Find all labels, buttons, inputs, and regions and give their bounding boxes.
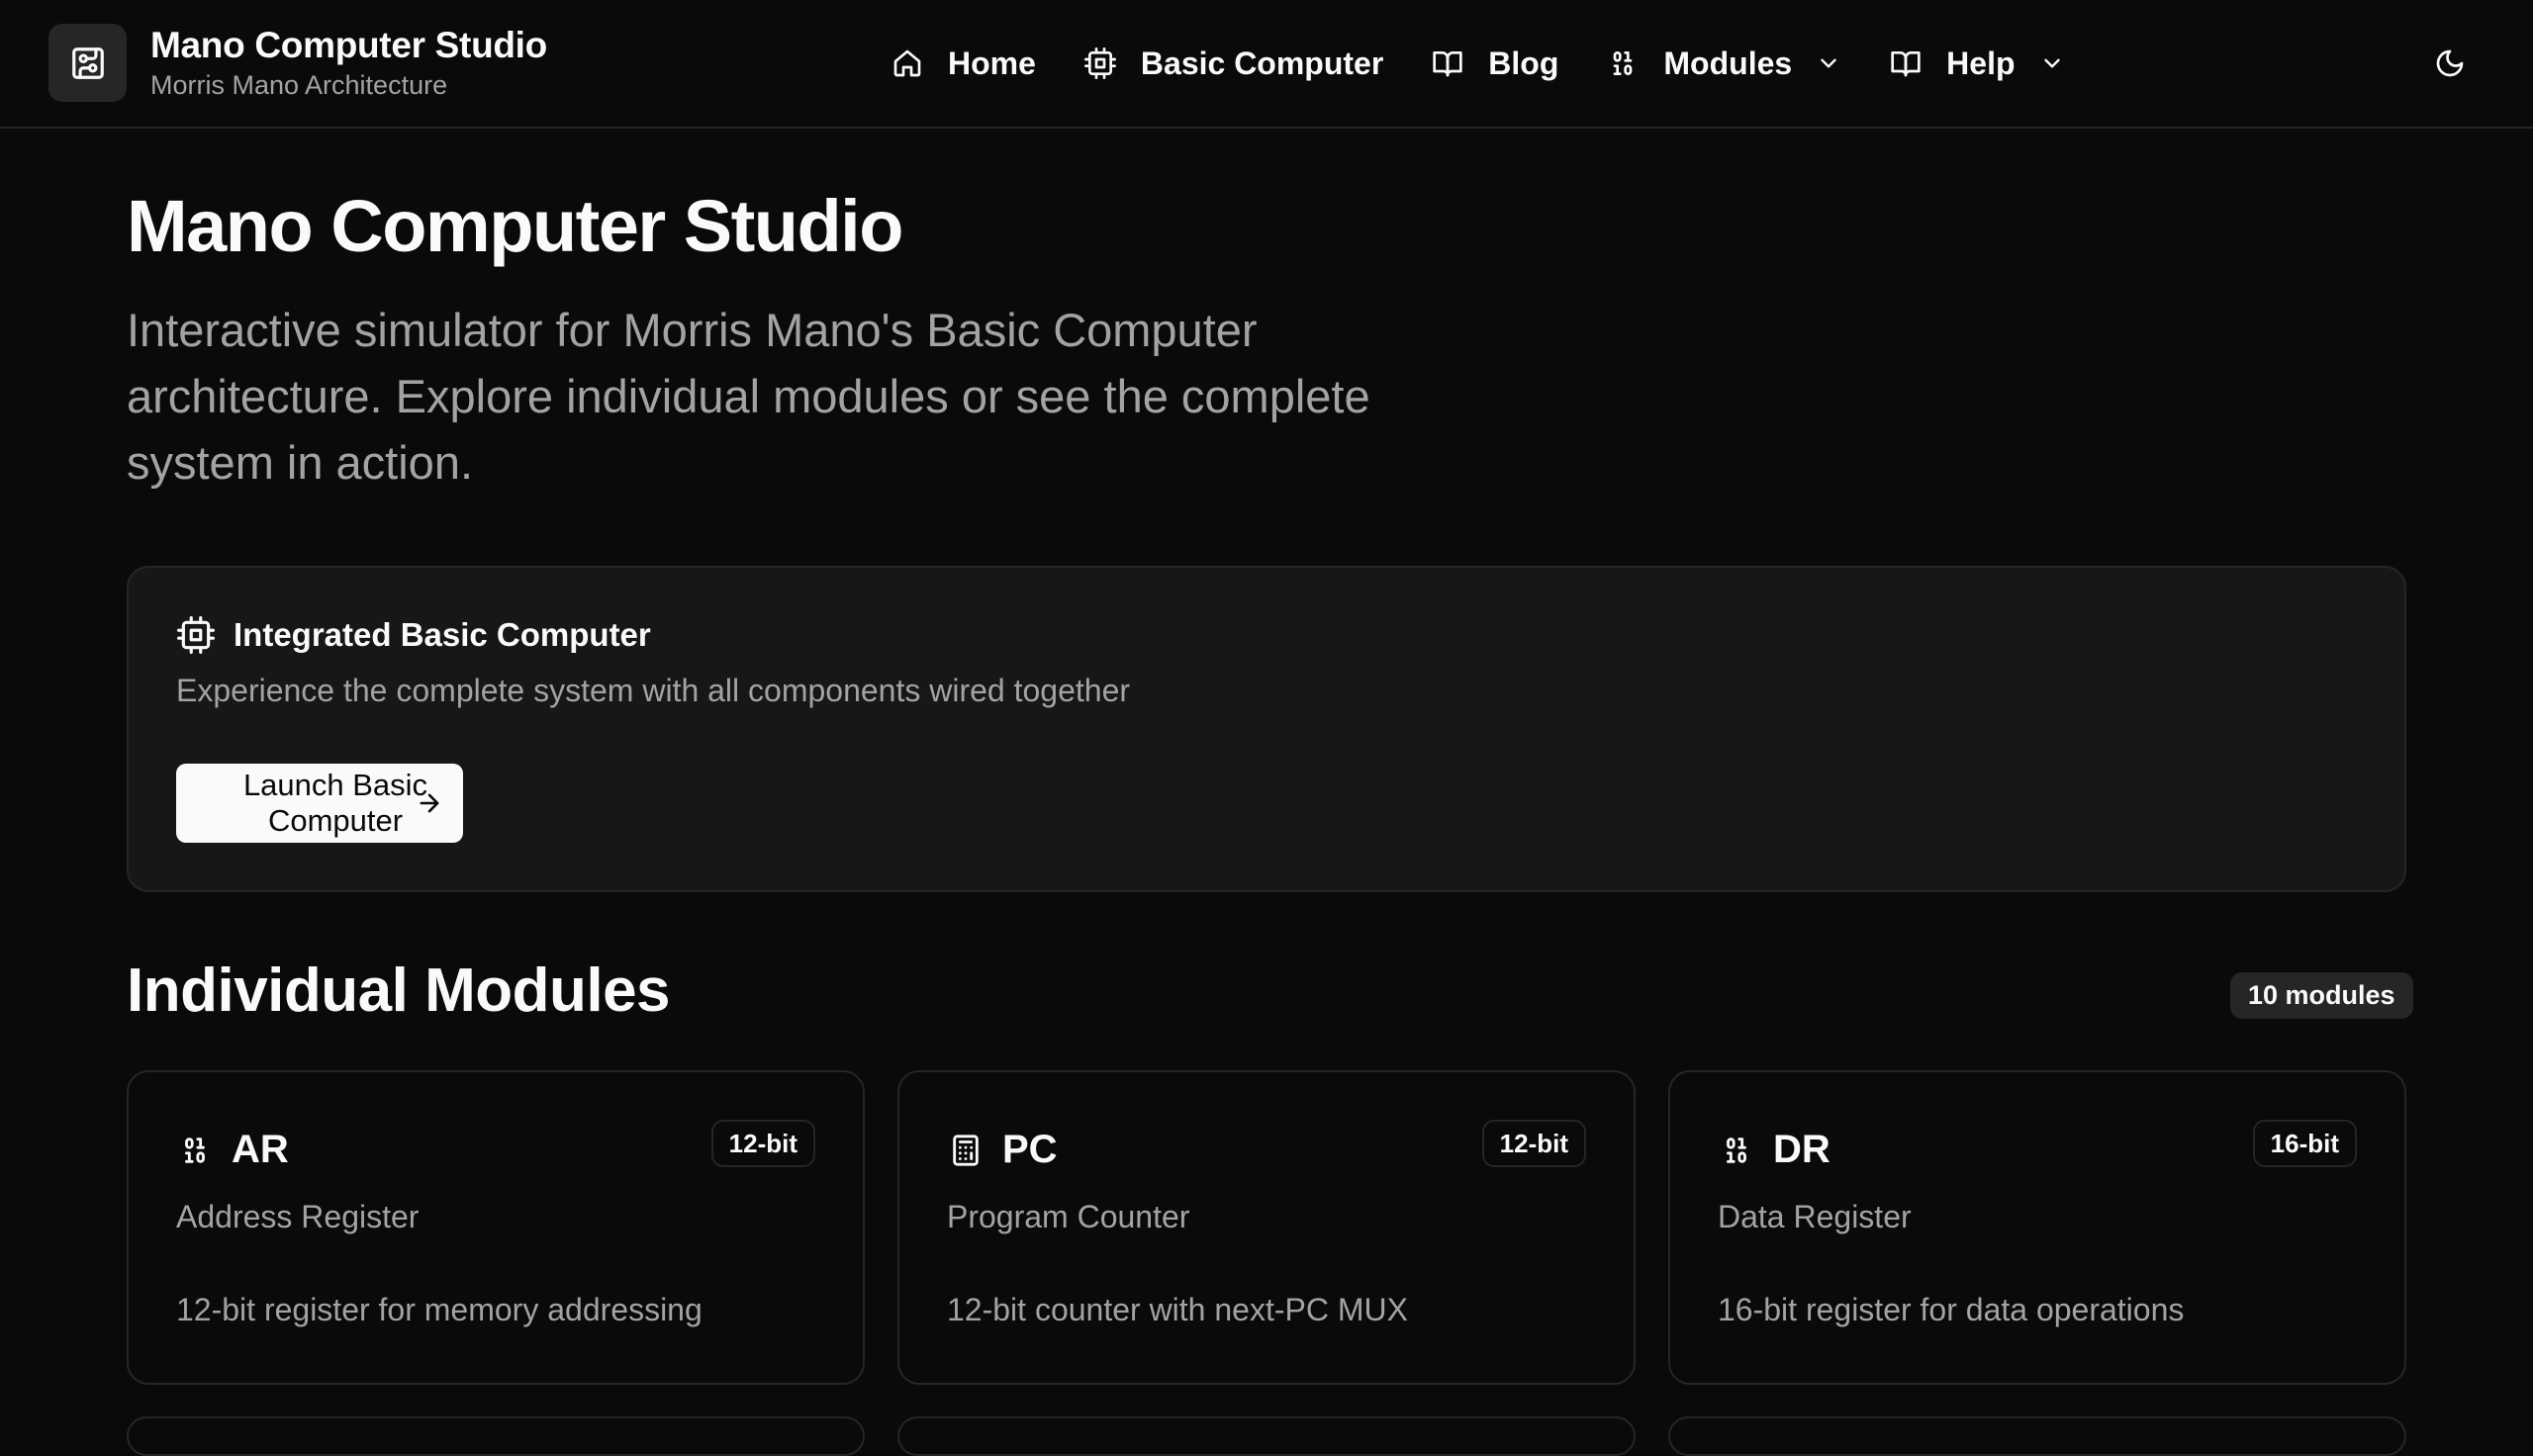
- nav-help-label: Help: [1946, 45, 2016, 81]
- cpu-icon: [176, 615, 216, 655]
- module-description: 16-bit register for data operations: [1718, 1292, 2185, 1327]
- book-open-icon: [1889, 46, 1923, 80]
- calculator-icon: [947, 1132, 985, 1169]
- nav-blog-label: Blog: [1488, 45, 1559, 81]
- binary-icon: [1718, 1132, 1755, 1169]
- arrow-right-icon: [416, 789, 443, 817]
- brand-title: Mano Computer Studio: [150, 24, 547, 65]
- module-bits-badge: 12-bit: [710, 1120, 815, 1167]
- module-card[interactable]: [897, 1416, 1636, 1456]
- top-navbar: Mano Computer Studio Morris Mano Archite…: [0, 0, 2533, 129]
- module-name: DR: [1773, 1128, 1830, 1171]
- feature-title: Integrated Basic Computer: [234, 616, 651, 653]
- feature-description: Experience the complete system with all …: [176, 673, 1131, 708]
- module-name: AR: [232, 1128, 289, 1171]
- nav-basic-computer-label: Basic Computer: [1140, 45, 1384, 81]
- module-description: 12-bit counter with next-PC MUX: [947, 1292, 1408, 1327]
- book-open-icon: [1431, 46, 1464, 80]
- page-title: Mano Computer Studio: [127, 185, 903, 267]
- modules-section-title: Individual Modules: [127, 956, 671, 1025]
- nav-blog[interactable]: Blog: [1431, 46, 1558, 82]
- module-full-name: Program Counter: [947, 1199, 1190, 1234]
- cpu-icon: [1083, 46, 1117, 80]
- module-name: PC: [1002, 1128, 1058, 1171]
- module-bits-badge: 16-bit: [2252, 1120, 2357, 1167]
- module-description: 12-bit register for memory addressing: [176, 1292, 703, 1327]
- module-card-pc[interactable]: PC 12-bit Program Counter 12-bit counter…: [897, 1070, 1636, 1385]
- module-bits-badge: 12-bit: [1481, 1120, 1586, 1167]
- brand-link[interactable]: Mano Computer Studio Morris Mano Archite…: [48, 24, 547, 102]
- brand-subtitle: Morris Mano Architecture: [150, 69, 448, 100]
- nav-home[interactable]: Home: [891, 46, 1036, 82]
- module-full-name: Data Register: [1718, 1199, 1912, 1234]
- main-nav: Home Basic Computer Blog Modules Help: [891, 0, 2112, 127]
- module-card[interactable]: [1668, 1416, 2406, 1456]
- nav-help-dropdown[interactable]: Help: [1889, 46, 2064, 82]
- module-full-name: Address Register: [176, 1199, 420, 1234]
- moon-icon: [2434, 47, 2466, 79]
- nav-modules-label: Modules: [1663, 45, 1793, 81]
- home-icon: [891, 46, 924, 80]
- modules-count-badge: 10 modules: [2230, 972, 2413, 1019]
- binary-icon: [176, 1132, 214, 1169]
- module-card[interactable]: [127, 1416, 865, 1456]
- module-card-ar[interactable]: AR 12-bit Address Register 12-bit regist…: [127, 1070, 865, 1385]
- nav-basic-computer[interactable]: Basic Computer: [1083, 46, 1383, 82]
- binary-icon: [1606, 46, 1640, 80]
- launch-basic-computer-button[interactable]: Launch Basic Computer: [176, 764, 463, 843]
- integrated-computer-card: Integrated Basic Computer Experience the…: [127, 566, 2406, 892]
- circuit-board-icon: [48, 24, 127, 102]
- nav-modules-dropdown[interactable]: Modules: [1606, 46, 1841, 82]
- theme-toggle-button[interactable]: [2430, 44, 2470, 83]
- chevron-down-icon: [2039, 50, 2065, 76]
- chevron-down-icon: [1816, 50, 1841, 76]
- module-card-dr[interactable]: DR 16-bit Data Register 16-bit register …: [1668, 1070, 2406, 1385]
- page-description: Interactive simulator for Morris Mano's …: [127, 304, 1370, 489]
- nav-home-label: Home: [948, 45, 1036, 81]
